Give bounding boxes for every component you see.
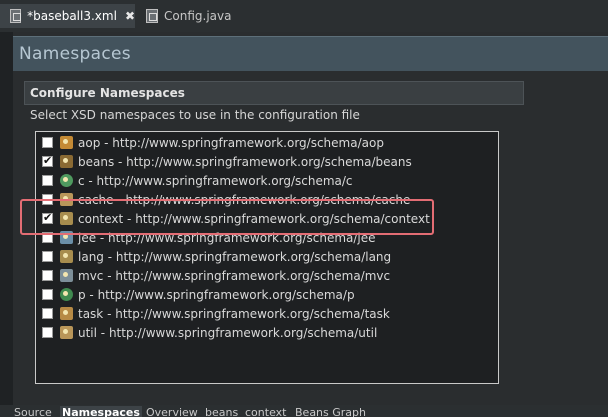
aop-icon (60, 136, 73, 149)
tab-config-java[interactable]: Config.java (136, 4, 256, 28)
namespace-list[interactable]: aop - http://www.springframework.org/sch… (35, 131, 499, 384)
namespace-row-c[interactable]: c - http://www.springframework.org/schem… (36, 171, 498, 190)
namespace-label: beans - http://www.springframework.org/s… (78, 154, 412, 169)
section-header[interactable]: Configure Namespaces (24, 81, 524, 105)
tab-overview[interactable]: Overview (146, 406, 198, 417)
namespace-label: c - http://www.springframework.org/schem… (78, 173, 353, 188)
namespace-label: task - http://www.springframework.org/sc… (78, 306, 390, 321)
tab-namespaces[interactable]: Namespaces (60, 406, 142, 417)
util-checkbox[interactable] (42, 327, 53, 338)
tab-label: Config.java (164, 9, 232, 23)
namespace-label: lang - http://www.springframework.org/sc… (78, 249, 392, 264)
namespace-label: aop - http://www.springframework.org/sch… (78, 135, 384, 150)
beans-checkbox[interactable] (42, 154, 53, 167)
namespace-row-lang[interactable]: lang - http://www.springframework.org/sc… (36, 247, 498, 266)
namespace-row-beans[interactable]: beans - http://www.springframework.org/s… (36, 152, 498, 171)
close-icon[interactable]: ✖ (125, 9, 135, 23)
xml-file-icon (10, 9, 22, 23)
java-file-icon (146, 9, 158, 23)
aop-checkbox[interactable] (42, 137, 53, 148)
task-icon (60, 307, 73, 320)
mvc-icon (60, 269, 73, 282)
page-title: Namespaces (19, 44, 131, 64)
namespace-label: p - http://www.springframework.org/schem… (78, 287, 355, 302)
tab-beans-graph[interactable]: Beans Graph (295, 406, 366, 417)
page-header: Namespaces (13, 36, 608, 71)
c-checkbox[interactable] (42, 175, 53, 186)
beans-icon (60, 155, 73, 168)
mvc-checkbox[interactable] (42, 270, 53, 281)
namespace-row-task[interactable]: task - http://www.springframework.org/sc… (36, 304, 498, 323)
lang-checkbox[interactable] (42, 251, 53, 262)
p-namespace-icon (60, 288, 73, 301)
util-icon (60, 326, 73, 339)
namespace-label: mvc - http://www.springframework.org/sch… (78, 268, 391, 283)
tab-baseball3-xml[interactable]: *baseball3.xml ✖ (0, 4, 135, 28)
namespace-row-util[interactable]: util - http://www.springframework.org/sc… (36, 323, 498, 342)
tab-context[interactable]: context (245, 406, 286, 417)
lang-icon (60, 250, 73, 263)
tab-beans[interactable]: beans (205, 406, 238, 417)
tab-label: *baseball3.xml (27, 9, 117, 23)
task-checkbox[interactable] (42, 308, 53, 319)
namespace-row-p[interactable]: p - http://www.springframework.org/schem… (36, 285, 498, 304)
namespace-label: util - http://www.springframework.org/sc… (78, 325, 378, 340)
namespace-row-aop[interactable]: aop - http://www.springframework.org/sch… (36, 133, 498, 152)
highlight-box (20, 199, 434, 235)
p-checkbox[interactable] (42, 289, 53, 300)
section-description: Select XSD namespaces to use in the conf… (30, 108, 360, 122)
namespaces-editor: Namespaces Configure Namespaces Select X… (13, 32, 608, 405)
section-title: Configure Namespaces (30, 86, 185, 100)
tab-source[interactable]: Source (14, 406, 52, 417)
editor-bottom-tabs: Source Namespaces Overview beans context… (0, 405, 608, 417)
editor-tab-bar: *baseball3.xml ✖ Config.java (0, 0, 608, 32)
c-namespace-icon (60, 174, 73, 187)
namespace-row-mvc[interactable]: mvc - http://www.springframework.org/sch… (36, 266, 498, 285)
